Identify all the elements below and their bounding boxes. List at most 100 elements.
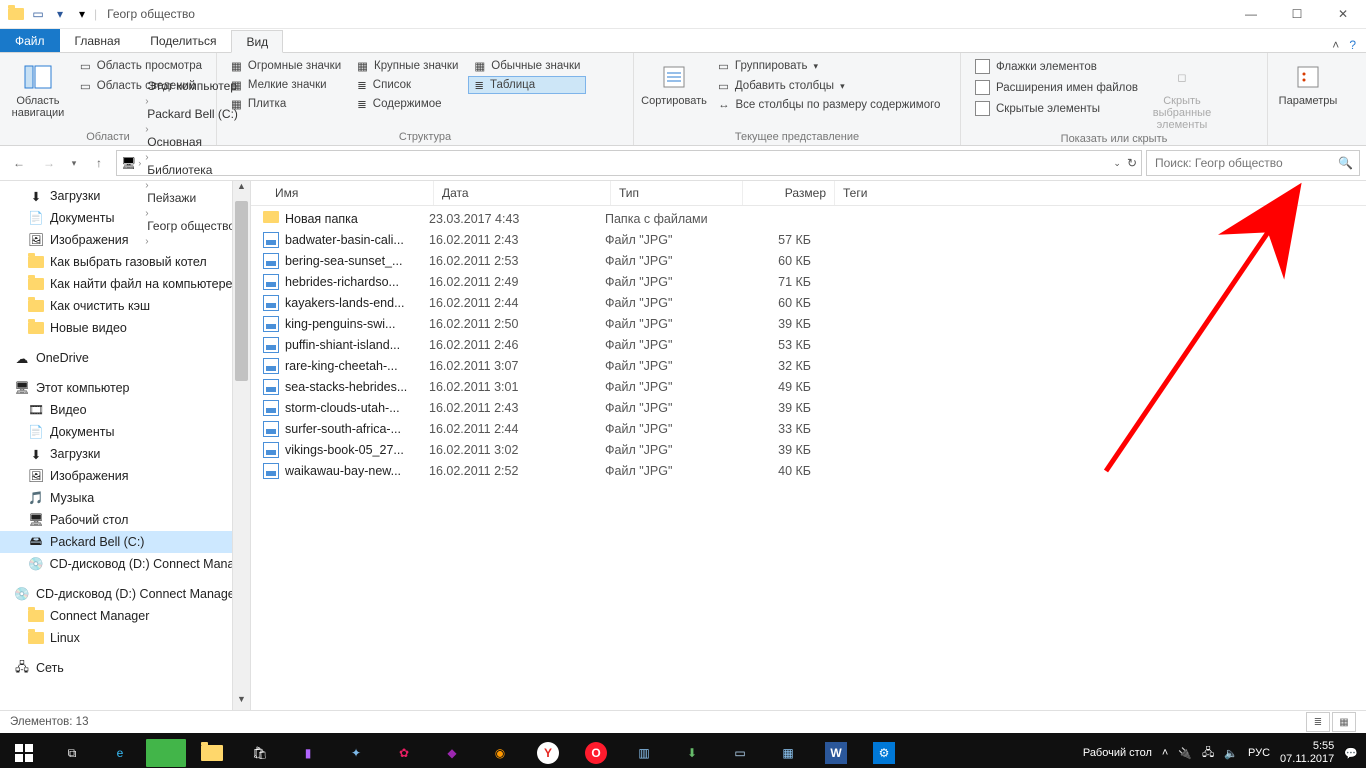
taskbar-opera-icon[interactable]: O bbox=[572, 733, 620, 768]
size-columns-button[interactable]: ↔Все столбцы по размеру содержимого bbox=[712, 97, 946, 113]
nav-tree[interactable]: ⬇Загрузки📄Документы🖼ИзображенияКак выбра… bbox=[0, 181, 251, 710]
qat-new-folder-icon[interactable]: ▾ bbox=[50, 4, 70, 24]
taskbar-word-icon[interactable]: W bbox=[812, 733, 860, 768]
ribbon-collapse-icon[interactable]: ˄ bbox=[1332, 38, 1339, 52]
forward-button[interactable]: → bbox=[36, 150, 62, 176]
taskbar-app10-icon[interactable]: ▦ bbox=[764, 733, 812, 768]
tree-item[interactable]: Новые видео bbox=[0, 317, 250, 339]
file-row[interactable]: bering-sea-sunset_...16.02.2011 2:53Файл… bbox=[251, 250, 1366, 271]
add-columns-button[interactable]: ▭Добавить столбцы▾ bbox=[712, 77, 946, 95]
tab-view[interactable]: Вид bbox=[231, 30, 283, 53]
view-list[interactable]: ≣Список bbox=[351, 76, 464, 94]
tray-power-icon[interactable]: 🔌 bbox=[1178, 747, 1192, 760]
taskbar-app4-icon[interactable]: ✿ bbox=[380, 733, 428, 768]
file-row[interactable]: waikawau-bay-new...16.02.2011 2:52Файл "… bbox=[251, 460, 1366, 481]
breadcrumb-item[interactable]: Библиотека bbox=[143, 163, 242, 177]
scroll-down-icon[interactable]: ▼ bbox=[233, 694, 250, 710]
view-details[interactable]: ≣Таблица bbox=[468, 76, 586, 94]
tray-clock[interactable]: 5:55 07.11.2017 bbox=[1280, 740, 1334, 766]
back-button[interactable]: ← bbox=[6, 150, 32, 176]
taskbar-app8-icon[interactable]: ⬇ bbox=[668, 733, 716, 768]
file-row[interactable]: badwater-basin-cali...16.02.2011 2:43Фай… bbox=[251, 229, 1366, 250]
breadcrumb-item[interactable]: Этот компьютер bbox=[143, 79, 242, 93]
file-row[interactable]: hebrides-richardso...16.02.2011 2:49Файл… bbox=[251, 271, 1366, 292]
file-row[interactable]: sea-stacks-hebrides...16.02.2011 3:01Фай… bbox=[251, 376, 1366, 397]
file-row[interactable]: storm-clouds-utah-...16.02.2011 2:43Файл… bbox=[251, 397, 1366, 418]
qat-properties-icon[interactable]: ▭ bbox=[28, 4, 48, 24]
tree-item[interactable]: 💿CD-дисковод (D:) Connect Manager bbox=[0, 583, 250, 605]
view-content[interactable]: ≣Содержимое bbox=[351, 95, 464, 113]
recent-locations-button[interactable]: ▾ bbox=[66, 150, 82, 176]
file-row[interactable]: puffin-shiant-island...16.02.2011 2:46Фа… bbox=[251, 334, 1366, 355]
refresh-button[interactable]: ↻ bbox=[1127, 156, 1137, 170]
tree-scrollbar[interactable]: ▲ ▼ bbox=[232, 181, 250, 710]
tab-home[interactable]: Главная bbox=[60, 29, 136, 52]
file-row[interactable]: rare-king-cheetah-...16.02.2011 3:07Файл… bbox=[251, 355, 1366, 376]
breadcrumb-item[interactable]: Packard Bell (C:) bbox=[143, 107, 242, 121]
scroll-thumb[interactable] bbox=[235, 201, 248, 381]
col-tags[interactable]: Теги bbox=[835, 181, 931, 205]
taskbar-explorer-icon[interactable] bbox=[188, 733, 236, 768]
tray-overflow-icon[interactable]: ˄ bbox=[1162, 747, 1168, 759]
tree-item[interactable]: 📄Документы bbox=[0, 207, 250, 229]
scroll-up-icon[interactable]: ▲ bbox=[233, 181, 250, 197]
status-view-thumb-icon[interactable]: ▦ bbox=[1332, 712, 1356, 732]
breadcrumb-item[interactable]: Основная bbox=[143, 135, 242, 149]
status-view-details-icon[interactable]: ≣ bbox=[1306, 712, 1330, 732]
taskbar-app5-icon[interactable]: ◆ bbox=[428, 733, 476, 768]
file-row[interactable]: kayakers-lands-end...16.02.2011 2:44Файл… bbox=[251, 292, 1366, 313]
taskbar-edge-icon[interactable]: e bbox=[96, 733, 144, 768]
chk-hidden[interactable]: Скрытые элементы bbox=[969, 99, 1144, 118]
view-l-icons[interactable]: ▦Крупные значки bbox=[351, 57, 464, 75]
chk-item-boxes[interactable]: Флажки элементов bbox=[969, 57, 1144, 76]
breadcrumb-sep-icon[interactable]: › bbox=[143, 124, 150, 135]
breadcrumb-sep-icon[interactable]: › bbox=[143, 152, 150, 163]
tree-item[interactable]: 🖥Рабочий стол bbox=[0, 509, 250, 531]
column-headers[interactable]: Имя Дата Тип Размер Теги bbox=[251, 181, 1366, 206]
up-button[interactable]: ↑ bbox=[86, 150, 112, 176]
taskbar-settings-icon[interactable]: ⚙ bbox=[860, 733, 908, 768]
nav-pane-button[interactable]: Область навигации bbox=[8, 57, 68, 119]
taskbar-app2-icon[interactable]: ▮ bbox=[284, 733, 332, 768]
tree-item[interactable]: Linux bbox=[0, 627, 250, 649]
taskbar-app6-icon[interactable]: ◉ bbox=[476, 733, 524, 768]
breadcrumb-sep-icon[interactable]: › bbox=[143, 96, 150, 107]
file-row[interactable]: vikings-book-05_27...16.02.2011 3:02Файл… bbox=[251, 439, 1366, 460]
tree-item[interactable]: Как найти файл на компьютере bbox=[0, 273, 250, 295]
tree-item[interactable]: 🖼Изображения bbox=[0, 229, 250, 251]
tree-item[interactable]: Connect Manager bbox=[0, 605, 250, 627]
tree-item[interactable]: 🖼Изображения bbox=[0, 465, 250, 487]
tree-item[interactable]: ⬇Загрузки bbox=[0, 443, 250, 465]
preview-pane-button[interactable]: ▭Область просмотра bbox=[74, 57, 208, 75]
tree-item[interactable]: 🖴Packard Bell (C:) bbox=[0, 531, 250, 553]
addr-dropdown-icon[interactable]: ⌄ bbox=[1113, 158, 1121, 169]
taskbar-app7-icon[interactable]: ▥ bbox=[620, 733, 668, 768]
task-view-button[interactable]: ⧉ bbox=[48, 733, 96, 768]
col-date[interactable]: Дата bbox=[434, 181, 611, 205]
taskbar-app1-icon[interactable] bbox=[146, 739, 186, 767]
col-type[interactable]: Тип bbox=[611, 181, 743, 205]
view-xl-icons[interactable]: ▦Огромные значки bbox=[225, 57, 347, 75]
search-box[interactable]: 🔍 bbox=[1146, 150, 1360, 176]
tray-lang[interactable]: РУС bbox=[1248, 747, 1270, 759]
tree-item[interactable]: 🖧Сеть bbox=[0, 657, 250, 679]
file-row[interactable]: king-penguins-swi...16.02.2011 2:50Файл … bbox=[251, 313, 1366, 334]
col-size[interactable]: Размер bbox=[743, 181, 835, 205]
taskbar-app3-icon[interactable]: ✦ bbox=[332, 733, 380, 768]
file-row[interactable]: Новая папка23.03.2017 4:43Папка с файлам… bbox=[251, 208, 1366, 229]
address-bar[interactable]: 🖥 › Этот компьютер›Packard Bell (C:)›Осн… bbox=[116, 150, 1142, 176]
maximize-button[interactable]: ☐ bbox=[1274, 0, 1320, 28]
minimize-button[interactable]: — bbox=[1228, 0, 1274, 28]
tree-item[interactable]: 🎞Видео bbox=[0, 399, 250, 421]
tree-item[interactable]: 🖥Этот компьютер bbox=[0, 377, 250, 399]
taskbar[interactable]: ⧉ e 🛍 ▮ ✦ ✿ ◆ ◉ Y O ▥ ⬇ ▭ ▦ W ⚙ Рабочий … bbox=[0, 733, 1366, 768]
taskbar-store-icon[interactable]: 🛍 bbox=[236, 733, 284, 768]
file-row[interactable]: surfer-south-africa-...16.02.2011 2:44Фа… bbox=[251, 418, 1366, 439]
close-button[interactable]: ✕ bbox=[1320, 0, 1366, 28]
show-desktop-label[interactable]: Рабочий стол bbox=[1083, 747, 1152, 759]
taskbar-app9-icon[interactable]: ▭ bbox=[716, 733, 764, 768]
start-button[interactable] bbox=[0, 733, 48, 768]
tree-item[interactable]: 🎵Музыка bbox=[0, 487, 250, 509]
sort-button[interactable]: Сортировать bbox=[642, 57, 706, 107]
tray-volume-icon[interactable]: 🔈 bbox=[1224, 747, 1238, 760]
